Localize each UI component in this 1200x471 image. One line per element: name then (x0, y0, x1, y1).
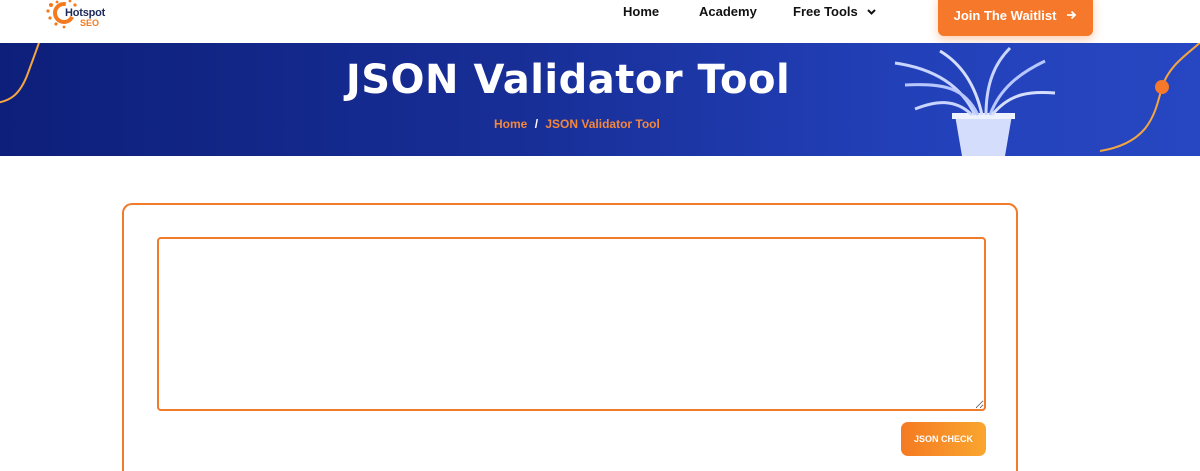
nav-academy[interactable]: Academy (699, 4, 757, 20)
nav-home[interactable]: Home (623, 4, 659, 20)
join-waitlist-label: Join The Waitlist (953, 7, 1057, 23)
validator-card: JSON CHECK (122, 203, 1018, 471)
breadcrumb-separator: / (534, 117, 539, 131)
decor-dot-icon (1155, 80, 1169, 94)
site-logo[interactable]: Hotspot SEO (44, 0, 114, 30)
site-header: Hotspot SEO Home Academy Free Tools Join… (0, 0, 1200, 43)
arrow-right-icon (1067, 10, 1077, 20)
breadcrumb-home[interactable]: Home (494, 117, 527, 131)
json-check-button[interactable]: JSON CHECK (901, 422, 986, 456)
json-input[interactable] (157, 237, 986, 411)
page-banner: JSON Validator Tool Home / JSON Validato… (0, 43, 1200, 156)
breadcrumb-current: JSON Validator Tool (545, 117, 660, 131)
page-title: JSON Validator Tool (345, 57, 791, 103)
nav-free-tools[interactable]: Free Tools (793, 4, 877, 20)
breadcrumb: Home / JSON Validator Tool (494, 117, 660, 131)
logo-text-secondary: SEO (80, 18, 100, 28)
nav-free-tools-label: Free Tools (793, 4, 858, 19)
join-waitlist-button[interactable]: Join The Waitlist (938, 0, 1093, 36)
chevron-down-icon (867, 9, 877, 15)
